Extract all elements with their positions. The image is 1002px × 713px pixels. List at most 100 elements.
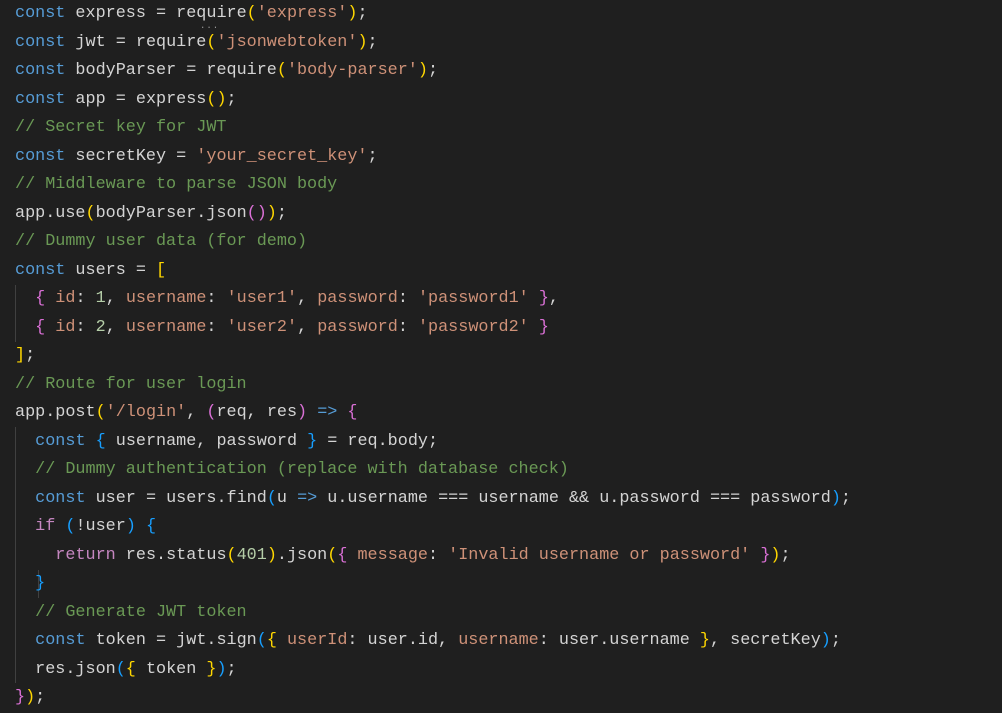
comment: // Dummy user data (for demo)	[15, 232, 308, 251]
identifier: :	[397, 289, 418, 308]
bracket: )	[297, 403, 308, 422]
code-line-5[interactable]: // Secret key for JWT	[15, 114, 226, 143]
bracket: }	[538, 289, 549, 308]
identifier: express	[65, 4, 156, 23]
identifier: ;	[780, 545, 791, 565]
property-key: id	[45, 317, 76, 337]
function-name: require	[135, 32, 207, 52]
bracket: }	[15, 688, 26, 707]
identifier: token	[135, 659, 207, 679]
bracket: {	[337, 545, 348, 565]
code-line-3[interactable]: const bodyParser = require('body-parser'…	[15, 57, 438, 86]
identifier: ;	[357, 4, 368, 23]
bracket: }	[307, 431, 318, 451]
identifier: token	[85, 631, 157, 650]
code-line-4[interactable]: const app = express();	[15, 86, 237, 115]
code-line-11[interactable]: { id: 1, username: 'user1', password: 'p…	[15, 285, 559, 314]
identifier: secretKey	[65, 146, 177, 166]
code-line-2[interactable]: const jwt = require('jsonwebtoken');	[15, 29, 378, 58]
operator: =	[145, 488, 167, 508]
identifier	[15, 517, 35, 536]
bracket: ()	[206, 89, 227, 109]
operator: =	[317, 431, 348, 451]
keyword: const	[35, 631, 86, 650]
bracket: }	[35, 574, 46, 593]
string-literal: 'user2'	[226, 317, 298, 337]
comment: // Dummy authentication (replace with da…	[15, 460, 569, 479]
identifier: :	[206, 317, 227, 337]
property-key: id	[45, 289, 76, 308]
identifier: app.post	[15, 403, 96, 422]
code-line-10[interactable]: const users = [	[15, 257, 166, 286]
identifier: : user.id,	[347, 631, 459, 650]
code-line-12[interactable]: { id: 2, username: 'user2', password: 'p…	[15, 314, 549, 343]
code-line-9[interactable]: // Dummy user data (for demo)	[15, 228, 307, 257]
bracket: (	[256, 631, 267, 650]
bracket: )	[266, 545, 277, 565]
bracket: )	[830, 488, 841, 508]
bracket: }	[206, 659, 217, 679]
property-key: username	[125, 289, 207, 308]
bracket: (	[276, 61, 287, 80]
code-line-18[interactable]: const user = users.find(u => u.username …	[15, 485, 851, 514]
identifier: bodyParser	[65, 61, 187, 80]
string-literal: 'your_secret_key'	[196, 146, 368, 166]
identifier: !user	[75, 517, 126, 536]
code-line-19[interactable]: if (!user) {	[15, 513, 156, 542]
identifier: ,	[186, 403, 207, 422]
code-line-16[interactable]: const { username, password } = req.body;	[15, 428, 438, 457]
code-line-14[interactable]: // Route for user login	[15, 371, 247, 400]
code-line-7[interactable]: // Middleware to parse JSON body	[15, 171, 337, 200]
code-line-1[interactable]: const express = require('express');	[15, 0, 368, 29]
identifier: res.json	[15, 659, 116, 679]
bracket: )	[347, 4, 358, 23]
bracket: )	[266, 203, 277, 223]
identifier: app.use	[15, 203, 86, 223]
function-name: require	[206, 61, 277, 80]
keyword: const	[15, 61, 66, 80]
control-keyword: return	[55, 545, 116, 565]
bracket: (	[95, 403, 106, 422]
bracket: ()	[246, 203, 267, 223]
code-line-17[interactable]: // Dummy authentication (replace with da…	[15, 456, 569, 485]
code-line-6[interactable]: const secretKey = 'your_secret_key';	[15, 143, 378, 172]
identifier	[15, 546, 55, 565]
code-line-22[interactable]: // Generate JWT token	[15, 599, 246, 628]
code-line-8[interactable]: app.use(bodyParser.json());	[15, 200, 287, 229]
identifier	[136, 517, 146, 536]
code-line-20[interactable]: return res.status(401).json({ message: '…	[15, 542, 791, 571]
code-line-13[interactable]: ];	[15, 342, 35, 371]
code-line-25[interactable]: });	[15, 684, 45, 713]
operator: =	[186, 61, 207, 80]
identifier: ,	[548, 289, 559, 308]
identifier: ;	[367, 32, 378, 52]
operator: =	[115, 32, 136, 52]
identifier: users.find	[166, 488, 267, 508]
quick-fix-hint-marker[interactable]: ...	[200, 22, 219, 31]
comment: // Secret key for JWT	[15, 118, 227, 137]
identifier: username, password	[105, 431, 308, 451]
property-key: userId	[276, 631, 348, 650]
identifier	[15, 432, 35, 451]
code-line-21[interactable]: }	[15, 570, 45, 599]
code-editor[interactable]: const express = require('express'); const…	[0, 0, 1002, 710]
string-literal: 'user1'	[226, 289, 298, 308]
identifier: bodyParser.json	[95, 203, 247, 223]
bracket: {	[125, 659, 136, 679]
bracket: (	[65, 517, 76, 536]
bracket: )	[125, 517, 136, 536]
identifier	[15, 489, 35, 508]
arrow-operator: =>	[297, 488, 318, 508]
operator: =	[115, 89, 136, 109]
identifier: ,	[105, 289, 126, 308]
code-line-15[interactable]: app.post('/login', (req, res) => {	[15, 399, 358, 428]
bracket: }	[760, 545, 771, 565]
bracket: )	[25, 688, 36, 707]
code-line-24[interactable]: res.json({ token });	[15, 656, 236, 685]
number-literal: 401	[236, 545, 267, 565]
identifier: jwt	[65, 32, 116, 52]
identifier: users	[65, 260, 136, 280]
comment: // Middleware to parse JSON body	[15, 175, 338, 194]
code-line-23[interactable]: const token = jwt.sign({ userId: user.id…	[15, 627, 841, 656]
string-literal: 'jsonwebtoken'	[216, 32, 358, 52]
